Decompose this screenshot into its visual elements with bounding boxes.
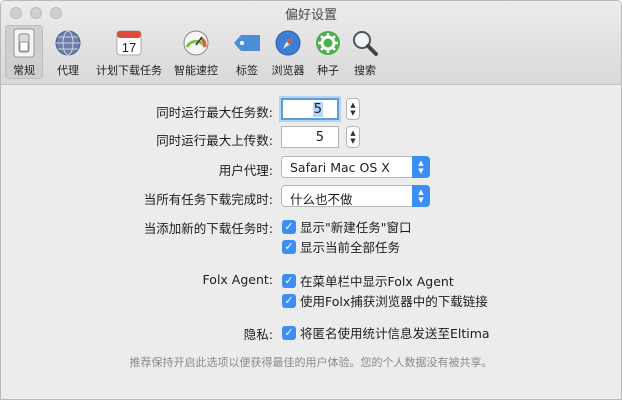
capture-browser-label: 使用Folx捕获浏览器中的下载链接 [300, 294, 488, 309]
tab-label: 计划下载任务 [96, 64, 162, 77]
folx-agent-label: Folx Agent: [202, 272, 273, 287]
max-uploads-stepper[interactable]: ▲ ▼ [346, 126, 360, 148]
tab-label: 种子 [317, 64, 339, 77]
on-complete-value: 什么也不做 [290, 192, 353, 207]
tab-tags[interactable]: 标签 [227, 25, 267, 79]
on-complete-select[interactable]: 什么也不做 ▲ ▼ [281, 185, 430, 207]
general-switch-icon [8, 27, 40, 59]
magnifier-icon [349, 27, 381, 59]
show-all-tasks-row: ✓ 显示当前全部任务 [1, 234, 621, 258]
chevron-up-down-icon: ▲ ▼ [412, 156, 430, 178]
stepper-down-icon[interactable]: ▼ [350, 109, 355, 117]
max-uploads-label: 同时运行最大上传数: [156, 133, 273, 148]
on-complete-label: 当所有任务下载完成时: [143, 192, 273, 207]
show-all-tasks-label: 显示当前全部任务 [300, 240, 401, 255]
privacy-label: 隐私: [243, 327, 273, 342]
globe-icon [52, 27, 84, 59]
preferences-toolbar: 常规 代理 17 计划下载任务 智能速控 标签 浏览器 种子 搜索 [5, 25, 383, 83]
send-stats-label: 将匿名使用统计信息发送至Eltima [300, 326, 490, 341]
max-tasks-value: 5 [312, 102, 323, 117]
on-complete-row: 当所有任务下载完成时: 什么也不做 ▲ ▼ [1, 185, 621, 209]
chevron-up-down-icon: ▲ ▼ [412, 185, 430, 207]
max-uploads-field[interactable]: 5 [281, 126, 339, 148]
calendar-icon: 17 [113, 27, 145, 59]
show-all-tasks-checkbox[interactable]: ✓ 显示当前全部任务 [282, 237, 400, 256]
privacy-row: 隐私: ✓ 将匿名使用统计信息发送至Eltima [1, 320, 621, 344]
max-tasks-label: 同时运行最大任务数: [156, 105, 273, 120]
checkmark-icon: ✓ [282, 273, 296, 288]
preferences-window: 偏好设置 常规 代理 17 计划下载任务 智能速控 标签 浏览器 种子 搜索 同… [0, 0, 622, 400]
compass-icon [272, 27, 304, 59]
tab-smart-speed[interactable]: 智能速控 [165, 25, 227, 79]
checkmark-icon: ✓ [282, 325, 296, 340]
user-agent-value: Safari Mac OS X [290, 160, 390, 175]
max-uploads-value: 5 [315, 130, 324, 145]
tab-torrent[interactable]: 种子 [309, 25, 347, 79]
checkmark-icon: ✓ [282, 219, 296, 234]
window-title: 偏好设置 [284, 8, 337, 23]
stepper-up-icon[interactable]: ▲ [350, 129, 355, 137]
max-tasks-field[interactable]: 5 [281, 98, 339, 120]
calendar-day: 17 [122, 40, 136, 55]
tab-general[interactable]: 常规 [5, 25, 43, 79]
tab-schedule[interactable]: 17 计划下载任务 [93, 25, 165, 79]
stepper-up-icon[interactable]: ▲ [350, 101, 355, 109]
tab-proxy[interactable]: 代理 [43, 25, 93, 79]
tab-label: 搜索 [354, 64, 376, 77]
capture-browser-row: ✓ 使用Folx捕获浏览器中的下载链接 [1, 288, 621, 312]
tab-label: 浏览器 [271, 64, 305, 77]
title-bar: 偏好设置 常规 代理 17 计划下载任务 智能速控 标签 浏览器 种子 搜索 [1, 1, 621, 85]
speedometer-icon [180, 27, 212, 59]
checkmark-icon: ✓ [282, 293, 296, 308]
tab-label: 代理 [57, 64, 79, 77]
general-settings-panel: 同时运行最大任务数: 5 ▲ ▼ 同时运行最大上传数: 5 ▲ ▼ 用户代理: Sa… [1, 86, 621, 399]
user-agent-select[interactable]: Safari Mac OS X ▲ ▼ [281, 156, 430, 178]
tab-label: 常规 [13, 64, 35, 77]
tab-search[interactable]: 搜索 [347, 25, 383, 79]
user-agent-label: 用户代理: [218, 163, 273, 178]
max-uploads-row: 同时运行最大上传数: 5 ▲ ▼ [1, 126, 621, 150]
checkmark-icon: ✓ [282, 239, 296, 254]
tag-icon [231, 27, 263, 59]
send-stats-checkbox[interactable]: ✓ 将匿名使用统计信息发送至Eltima [282, 323, 490, 342]
max-tasks-row: 同时运行最大任务数: 5 ▲ ▼ [1, 98, 621, 122]
tab-label: 标签 [236, 64, 258, 77]
tab-browser[interactable]: 浏览器 [267, 25, 309, 79]
tab-label: 智能速控 [174, 64, 218, 77]
gear-icon [312, 27, 344, 59]
capture-browser-checkbox[interactable]: ✓ 使用Folx捕获浏览器中的下载链接 [282, 291, 488, 310]
max-tasks-stepper[interactable]: ▲ ▼ [346, 98, 360, 120]
privacy-footnote: 推荐保持开启此选项以便获得最佳的用户体验。您的个人数据没有被共享。 [129, 356, 493, 369]
stepper-down-icon[interactable]: ▼ [350, 137, 355, 145]
user-agent-row: 用户代理: Safari Mac OS X ▲ ▼ [1, 156, 621, 180]
